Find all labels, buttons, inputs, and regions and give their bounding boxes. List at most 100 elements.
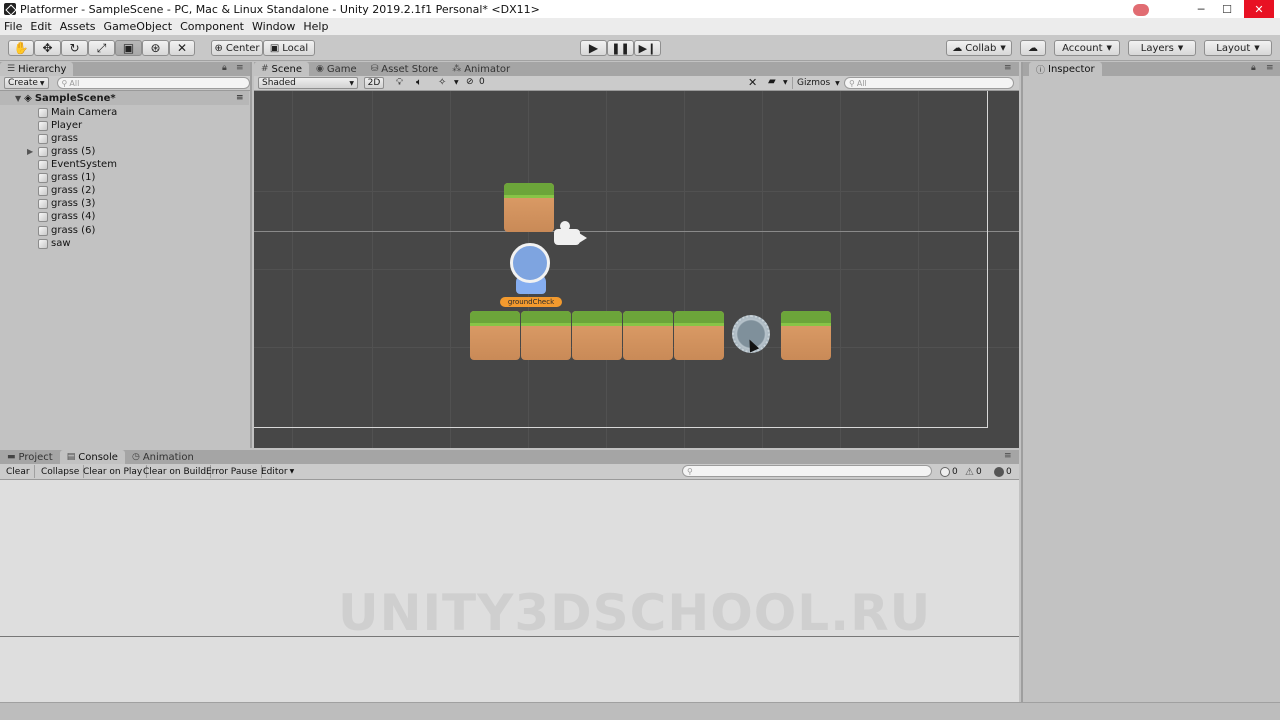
scene-row[interactable]: ▼ ◈ SampleScene* ≡ — [0, 91, 249, 105]
warning-counter-toggle[interactable]: ⚠ 0 — [965, 466, 982, 478]
scene-search-input[interactable]: ⚲ All — [844, 77, 1014, 89]
panel-menu-icon[interactable]: ≡ — [1004, 451, 1012, 461]
camera-gizmo-icon[interactable] — [554, 221, 587, 245]
grass-tile[interactable] — [470, 311, 520, 360]
audio-icon[interactable]: 🔈︎ — [416, 77, 422, 88]
scene-menu-icon[interactable]: ≡ — [236, 93, 244, 103]
minimize-button[interactable]: ─ — [1188, 0, 1214, 18]
hierarchy-item[interactable]: grass (4) — [38, 210, 95, 223]
grass-tile[interactable] — [781, 311, 831, 360]
maximize-button[interactable]: ☐ — [1214, 0, 1240, 18]
pivot-center-button[interactable]: ⊕ Center — [211, 40, 263, 56]
gizmos-dropdown[interactable]: Gizmos ▼ — [792, 77, 840, 89]
tab-scene[interactable]: # Scene — [254, 62, 310, 76]
lock-icon[interactable]: 🔒︎ — [1251, 63, 1256, 73]
hierarchy-item[interactable]: grass (5) — [38, 145, 95, 158]
lighting-icon[interactable]: 💡︎ — [396, 77, 403, 88]
console-search-input[interactable]: ⚲ — [682, 465, 932, 477]
create-label: Create — [8, 78, 38, 88]
rotate-tool-button[interactable]: ↻ — [61, 40, 88, 56]
menu-component[interactable]: Component — [176, 20, 248, 33]
tools-icon[interactable]: ✕ — [748, 76, 757, 89]
chevron-down-icon[interactable]: ▼ — [783, 79, 788, 86]
grass-tile[interactable] — [504, 183, 554, 232]
clear-on-build-button[interactable]: Clear on Build — [139, 465, 212, 478]
grass-tile[interactable] — [674, 311, 724, 360]
hierarchy-search-input[interactable]: ⚲ All — [56, 77, 250, 89]
pivot-local-button[interactable]: ▣ Local — [263, 40, 315, 56]
layers-dropdown[interactable]: Layers ▼ — [1128, 40, 1196, 56]
rect-tool-button[interactable]: ▣ — [115, 40, 142, 56]
player-sprite[interactable] — [510, 243, 550, 283]
tab-animator[interactable]: ⁂ Animator — [445, 62, 517, 76]
menu-window[interactable]: Window — [248, 20, 299, 33]
close-button[interactable]: ✕ — [1244, 0, 1274, 18]
tab-animation[interactable]: ◷ Animation — [125, 450, 201, 464]
error-counter-toggle[interactable]: 0 — [994, 466, 1012, 478]
pivot-label: Center — [225, 42, 260, 54]
hierarchy-item[interactable]: grass — [38, 132, 78, 145]
tab-inspector[interactable]: ⓘ Inspector — [1029, 62, 1102, 76]
item-label: Main Camera — [51, 107, 118, 118]
grass-tile[interactable] — [521, 311, 571, 360]
hand-tool-button[interactable]: ✋ — [8, 40, 34, 56]
account-dropdown[interactable]: Account ▼ — [1054, 40, 1120, 56]
draw-mode-label: Shaded — [262, 78, 296, 88]
collapse-button[interactable]: Collapse — [37, 465, 85, 478]
foldout-closed-icon[interactable]: ▶ — [27, 147, 33, 156]
ground-check-label[interactable]: groundCheck — [500, 297, 562, 307]
lock-icon[interactable]: 🔒︎ — [222, 63, 227, 73]
tab-game[interactable]: ◉ Game — [309, 62, 364, 76]
search-icon: ⚲ — [849, 78, 855, 88]
tab-hierarchy[interactable]: ☰ Hierarchy — [0, 62, 74, 76]
tab-console[interactable]: ▤ Console — [59, 450, 125, 464]
chevron-down-icon[interactable]: ▼ — [454, 79, 459, 86]
hierarchy-item[interactable]: Main Camera — [38, 106, 117, 119]
menu-edit[interactable]: Edit — [26, 20, 55, 33]
custom-tool-button[interactable]: ✕ — [169, 40, 195, 56]
error-count: 0 — [1006, 467, 1012, 477]
layout-dropdown[interactable]: Layout ▼ — [1204, 40, 1272, 56]
hidden-objects-icon[interactable]: ⊘ — [466, 77, 474, 87]
panel-menu-icon[interactable]: ≡ — [236, 63, 244, 73]
panel-menu-icon[interactable]: ≡ — [1004, 63, 1012, 73]
hierarchy-item[interactable]: grass (6) — [38, 224, 95, 237]
hierarchy-item[interactable]: grass (1) — [38, 171, 95, 184]
play-button[interactable]: ▶ — [580, 40, 607, 56]
cloud-services-button[interactable]: ☁ — [1020, 40, 1046, 56]
collab-dropdown[interactable]: ☁ Collab ▼ — [946, 40, 1012, 56]
menu-assets[interactable]: Assets — [56, 20, 100, 33]
draw-mode-dropdown[interactable]: Shaded ▼ — [258, 77, 358, 89]
gameobject-icon — [38, 107, 48, 118]
clear-on-play-button[interactable]: Clear on Play — [79, 465, 148, 478]
camera-settings-icon[interactable]: ▰ — [768, 76, 776, 87]
gameobject-icon — [38, 120, 48, 131]
effects-icon[interactable]: ✧ — [438, 77, 446, 88]
panel-menu-icon[interactable]: ≡ — [1266, 63, 1274, 73]
grass-tile[interactable] — [623, 311, 673, 360]
menu-gameobject[interactable]: GameObject — [100, 20, 177, 33]
tab-asset-store[interactable]: ⛁ Asset Store — [364, 62, 446, 76]
info-counter-toggle[interactable]: 0 — [940, 466, 958, 478]
grass-tile[interactable] — [572, 311, 622, 360]
transform-tool-button[interactable]: ⊛ — [142, 40, 169, 56]
step-button[interactable]: ▶❙ — [634, 40, 661, 56]
menu-help[interactable]: Help — [299, 20, 332, 33]
scale-tool-button[interactable]: ⤢ — [88, 40, 115, 56]
create-dropdown[interactable]: Create ▼ — [4, 77, 49, 89]
hierarchy-item[interactable]: saw — [38, 237, 71, 250]
hierarchy-item[interactable]: Player — [38, 119, 82, 132]
hierarchy-item[interactable]: grass (2) — [38, 184, 95, 197]
menu-file[interactable]: File — [0, 20, 26, 33]
item-label: grass (1) — [51, 172, 96, 183]
scene-viewport[interactable]: groundCheck — [254, 91, 1019, 448]
tab-project[interactable]: ▬ Project — [0, 450, 60, 464]
hierarchy-item[interactable]: grass (3) — [38, 197, 95, 210]
error-pause-button[interactable]: Error Pause — [202, 465, 263, 478]
editor-dropdown[interactable]: Editor ▼ — [257, 465, 298, 478]
hierarchy-item[interactable]: EventSystem — [38, 158, 117, 171]
clear-button[interactable]: Clear — [2, 465, 35, 478]
toggle-2d-button[interactable]: 2D — [364, 77, 384, 89]
move-tool-button[interactable]: ✥ — [34, 40, 61, 56]
pause-button[interactable]: ❚❚ — [607, 40, 634, 56]
